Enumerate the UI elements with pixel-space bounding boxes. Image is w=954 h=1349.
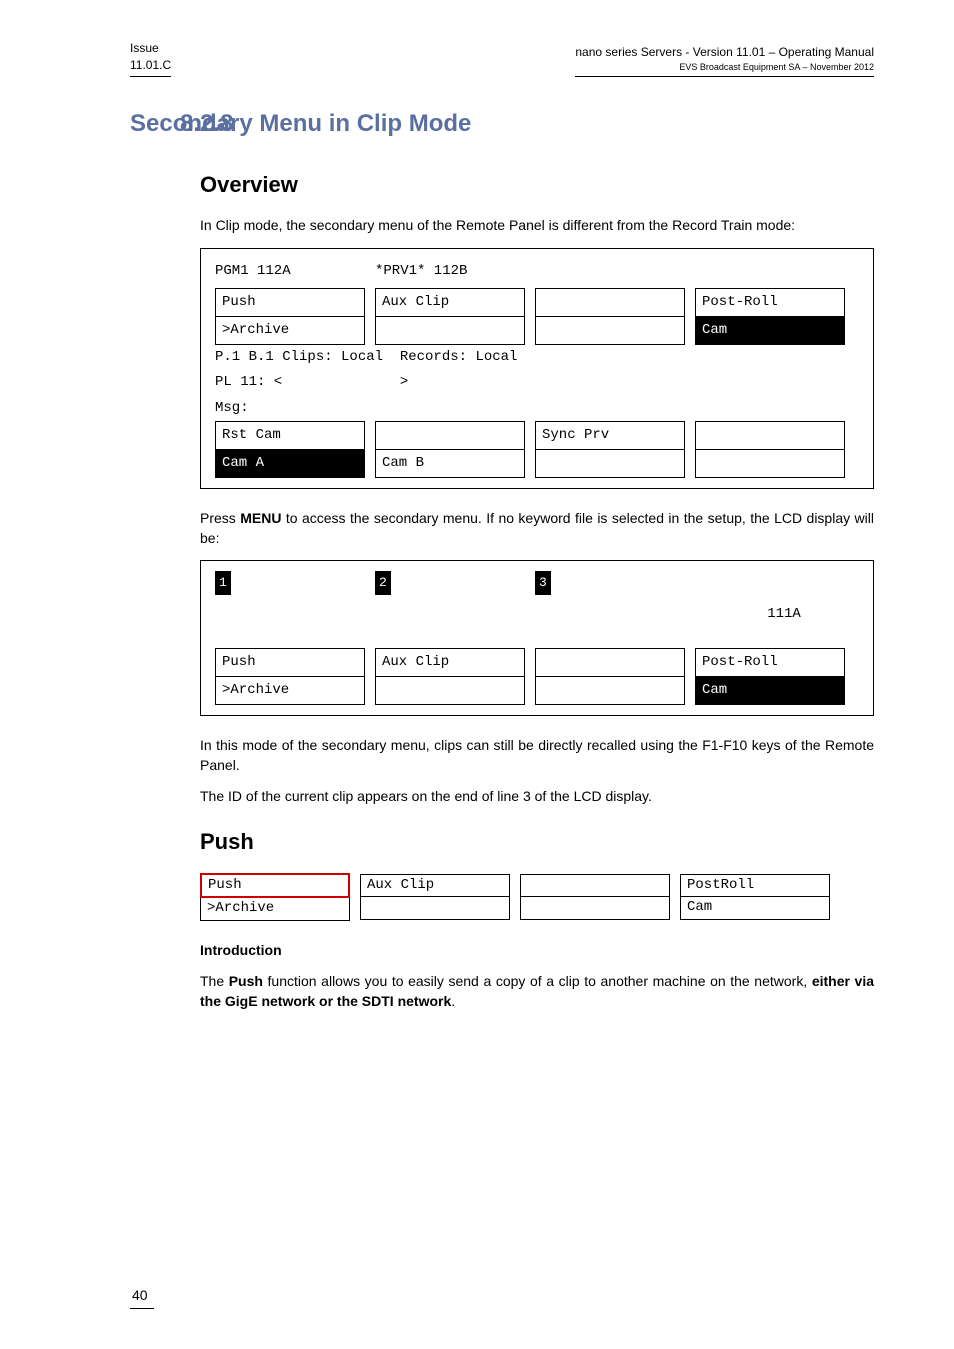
cam-button[interactable]: Cam <box>680 897 830 920</box>
rst-cam-button[interactable]: Rst Cam <box>215 421 365 450</box>
menu-access-text: Press MENU to access the secondary menu.… <box>200 509 874 548</box>
issue-label: Issue <box>130 40 171 57</box>
empty-cell <box>535 317 685 345</box>
overview-intro: In Clip mode, the secondary menu of the … <box>200 216 874 236</box>
clips-records-line: P.1 B.1 Clips: Local Records: Local <box>215 345 859 370</box>
row-num-2: 2 <box>375 571 391 594</box>
row-num-1: 1 <box>215 571 231 594</box>
cam-button[interactable]: Cam <box>695 677 845 705</box>
push-button[interactable]: Push <box>215 648 365 677</box>
introduction-heading: Introduction <box>200 941 874 961</box>
empty-cell <box>535 450 685 478</box>
empty-cell <box>520 897 670 920</box>
row-num-3: 3 <box>535 571 551 594</box>
push-button[interactable]: Push <box>215 288 365 317</box>
lcd-panel-clip-mode: PGM1 112A *PRV1* 112B Push >Archive Aux … <box>200 248 874 490</box>
empty-cell <box>360 897 510 920</box>
post-roll-button[interactable]: Post-Roll <box>695 288 845 317</box>
empty-cell <box>375 317 525 345</box>
secondary-menu-para2: The ID of the current clip appears on th… <box>200 787 874 807</box>
cam-button[interactable]: Cam <box>695 317 845 345</box>
sync-prv-button[interactable]: Sync Prv <box>535 421 685 450</box>
prv-header: *PRV1* 112B <box>375 259 467 284</box>
empty-cell <box>375 677 525 705</box>
archive-button[interactable]: >Archive <box>215 677 365 705</box>
section-title: Secondary Menu in Clip Mode <box>130 107 874 141</box>
header-title-sub: EVS Broadcast Equipment SA – November 20… <box>575 61 874 74</box>
playlist-line: PL 11: < > <box>215 370 859 395</box>
cam-b-button[interactable]: Cam B <box>375 450 525 478</box>
clip-id: 111A <box>709 602 859 627</box>
aux-clip-button[interactable]: Aux Clip <box>375 648 525 677</box>
msg-line: Msg: <box>215 396 859 421</box>
page-header: Issue 11.01.C nano series Servers - Vers… <box>130 40 874 77</box>
post-roll-button[interactable]: Post-Roll <box>695 648 845 677</box>
issue-value: 11.01.C <box>130 57 171 74</box>
push-description: The Push function allows you to easily s… <box>200 972 874 1011</box>
empty-cell <box>695 421 845 450</box>
aux-clip-button[interactable]: Aux Clip <box>375 288 525 317</box>
empty-cell <box>520 874 670 898</box>
lcd-panel-secondary-menu: 1 2 3 111A Push >Archive Aux Clip <box>200 560 874 716</box>
empty-cell <box>535 288 685 317</box>
archive-button[interactable]: >Archive <box>215 317 365 345</box>
overview-heading: Overview <box>200 170 874 201</box>
cam-a-button[interactable]: Cam A <box>215 450 365 478</box>
empty-cell <box>535 677 685 705</box>
empty-cell <box>695 450 845 478</box>
empty-cell <box>535 648 685 677</box>
push-heading: Push <box>200 827 874 858</box>
aux-clip-button[interactable]: Aux Clip <box>360 874 510 898</box>
push-button-highlighted[interactable]: Push <box>200 873 350 899</box>
secondary-menu-para1: In this mode of the secondary menu, clip… <box>200 736 874 775</box>
archive-button[interactable]: >Archive <box>200 898 350 921</box>
page-number: 40 <box>130 1286 154 1309</box>
header-issue: Issue 11.01.C <box>130 40 171 77</box>
header-title-main: nano series Servers - Version 11.01 – Op… <box>575 44 874 61</box>
pgm-header: PGM1 112A <box>215 259 365 284</box>
empty-cell <box>375 421 525 450</box>
section-number: 8.2.8 <box>180 107 233 141</box>
header-title-block: nano series Servers - Version 11.01 – Op… <box>575 44 874 76</box>
post-roll-button[interactable]: PostRoll <box>680 874 830 898</box>
